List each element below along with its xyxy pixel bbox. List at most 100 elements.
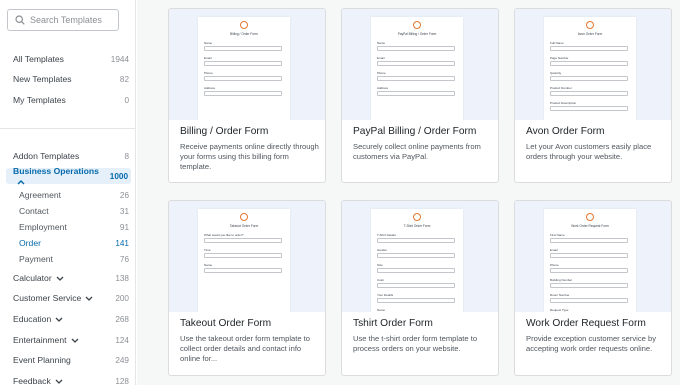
form-logo-icon <box>413 213 421 221</box>
form-preview-field-box <box>550 46 628 51</box>
category-customer-service[interactable]: Customer Service 200 <box>13 291 129 305</box>
form-preview-field-box <box>377 283 455 288</box>
template-card[interactable]: T-Shirt Order Form T-Shirt Details Gender S… <box>341 200 499 376</box>
form-preview-field-box <box>204 61 282 66</box>
form-preview-paper: PayPal Billing / Order Form Name Email Phon… <box>371 17 463 120</box>
form-preview-field-box <box>550 283 628 288</box>
chevron-down-icon <box>85 296 93 301</box>
chevron-down-icon <box>71 338 78 343</box>
category-sidebar: All Templates 1944 New Templates 82 My Tem… <box>0 0 136 385</box>
form-preview-field-label: Time <box>204 248 211 252</box>
form-preview-field-label: Size <box>377 263 383 267</box>
form-preview-field-label: Name <box>204 263 213 267</box>
category-count: 200 <box>115 293 129 303</box>
template-card[interactable]: Work Order Request Form First Name Email Ph… <box>514 200 672 376</box>
category-count: 1000 <box>109 171 128 181</box>
form-preview-field-box <box>550 298 628 303</box>
form-preview-field-label: Room Number <box>550 293 570 297</box>
subcategory-agreement[interactable]: Agreement 26 <box>19 188 129 202</box>
form-preview-field-label: Page Number <box>550 56 569 60</box>
category-new-templates[interactable]: New Templates 82 <box>13 72 129 86</box>
form-preview-field-box <box>204 253 282 258</box>
form-preview-field-box <box>550 238 628 243</box>
template-description: Provide exception customer service by ac… <box>526 334 656 353</box>
template-grid: Billing / Order Form Name Email Phone Addres… <box>137 0 680 385</box>
form-preview-field-label: Quantity <box>550 71 562 75</box>
form-preview-field-box <box>377 61 455 66</box>
subcategory-count: 26 <box>119 190 129 200</box>
category-entertainment[interactable]: Entertainment 124 <box>13 333 129 347</box>
form-preview-field-box <box>550 106 628 111</box>
category-event-planning[interactable]: Event Planning 249 <box>13 353 129 367</box>
category-label: Addon Templates <box>13 151 80 161</box>
template-card[interactable]: Billing / Order Form Name Email Phone Addres… <box>168 8 326 183</box>
category-feedback[interactable]: Feedback 128 <box>13 374 129 385</box>
form-preview-field-label: Full Name <box>550 41 564 45</box>
form-logo-icon <box>413 21 421 29</box>
form-preview-paper: T-Shirt Order Form T-Shirt Details Gender S… <box>371 209 463 312</box>
category-business-operations[interactable]: Business Operations 1000 <box>6 166 131 185</box>
sidebar-divider <box>0 128 135 129</box>
form-preview-paper: Billing / Order Form Name Email Phone Addres… <box>198 17 290 120</box>
form-preview-field-label: Address <box>377 86 389 90</box>
form-preview-field-label: First Name <box>550 233 565 237</box>
template-description: Receive payments online directly through… <box>180 142 319 171</box>
category-label: Education <box>13 314 52 324</box>
subcategory-order[interactable]: Order 141 <box>19 236 129 250</box>
category-label: Calculator <box>13 273 52 283</box>
form-preview-field-box <box>204 46 282 51</box>
category-all-templates[interactable]: All Templates 1944 <box>13 52 129 66</box>
category-education[interactable]: Education 268 <box>13 312 129 326</box>
search-input[interactable] <box>30 15 110 25</box>
search-templates-field[interactable] <box>7 9 119 31</box>
category-addon-templates[interactable]: Addon Templates 8 <box>13 149 129 163</box>
subcategory-label: Employment <box>19 222 67 232</box>
form-preview-field-box <box>550 268 628 273</box>
category-calculator[interactable]: Calculator 138 <box>13 271 129 285</box>
subcategory-label: Payment <box>19 254 53 264</box>
category-label: Business Operations <box>13 166 99 176</box>
template-preview: Avon Order Form Full Name Page Number Quant… <box>515 9 671 120</box>
form-preview-field-box <box>377 268 455 273</box>
form-logo-icon <box>586 213 594 221</box>
template-description: Use the takeout order form template to c… <box>180 334 311 363</box>
template-preview: Work Order Request Form First Name Email Ph… <box>515 201 671 312</box>
chevron-down-icon <box>56 276 64 281</box>
category-label: All Templates <box>13 54 64 64</box>
form-preview-field-label: Email <box>550 248 558 252</box>
subcategory-payment[interactable]: Payment 76 <box>19 252 129 266</box>
subcategory-contact[interactable]: Contact 31 <box>19 204 129 218</box>
form-preview-field-label: Color <box>377 278 385 282</box>
form-logo-icon <box>240 21 248 29</box>
form-logo-icon <box>586 21 594 29</box>
form-preview-field-label: Phone <box>377 71 386 75</box>
form-preview-field-label: Phone <box>550 263 559 267</box>
template-preview: T-Shirt Order Form T-Shirt Details Gender S… <box>342 201 498 312</box>
category-label: Customer Service <box>13 293 82 303</box>
form-preview-field-label: Address <box>204 86 216 90</box>
chevron-up-icon <box>17 179 25 185</box>
template-card[interactable]: Avon Order Form Full Name Page Number Quant… <box>514 8 672 183</box>
form-preview-field-box <box>377 46 455 51</box>
subcategory-employment[interactable]: Employment 91 <box>19 220 129 234</box>
form-preview-field-box <box>550 61 628 66</box>
form-preview-field-label: Product Description <box>550 101 577 105</box>
form-preview-field-box <box>377 91 455 96</box>
subcategory-label: Agreement <box>19 190 62 200</box>
form-preview-field-label: Email <box>204 56 212 60</box>
subcategory-count: 141 <box>115 238 129 248</box>
form-preview-title: Avon Order Form <box>577 32 603 36</box>
category-count: 82 <box>119 74 129 84</box>
form-preview-field-box <box>204 268 282 273</box>
form-preview-field-box <box>377 238 455 243</box>
form-preview-title: Billing / Order Form <box>230 32 258 36</box>
form-preview-paper: Work Order Request Form First Name Email Ph… <box>544 209 636 312</box>
template-title: Takeout Order Form <box>180 318 272 329</box>
template-title: Tshirt Order Form <box>353 318 433 329</box>
template-card[interactable]: PayPal Billing / Order Form Name Email Phon… <box>341 8 499 183</box>
form-preview-field-box <box>550 91 628 96</box>
category-my-templates[interactable]: My Templates 0 <box>13 93 129 107</box>
category-label: New Templates <box>13 74 72 84</box>
template-card[interactable]: Takeout Order Form What would you like to… <box>168 200 326 376</box>
form-preview-field-label: Name <box>377 41 386 45</box>
